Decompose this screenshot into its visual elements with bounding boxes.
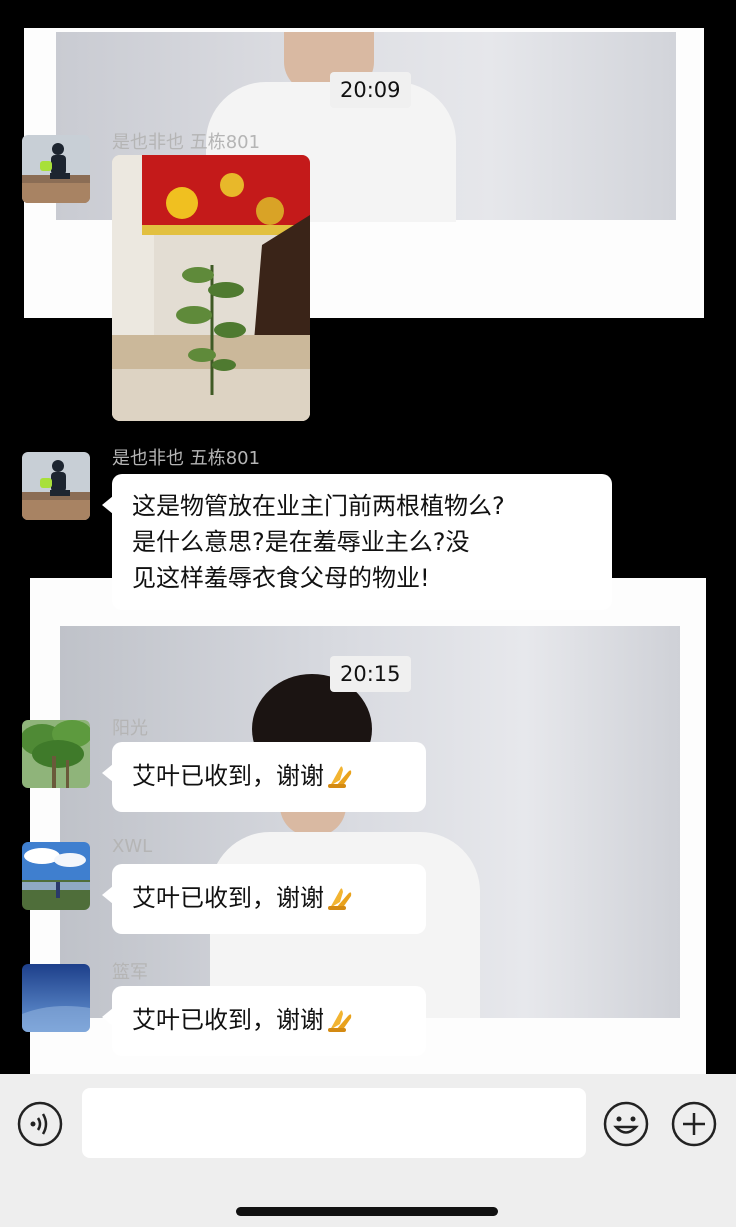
input-bar [0,1074,736,1227]
message-line: 见这样羞辱衣食父母的物业! [132,564,430,592]
avatar[interactable] [22,452,90,520]
praying-hands-icon [326,1006,356,1032]
sender-name: XWL [112,836,153,857]
message-bubble[interactable]: 艾叶已收到，谢谢 [102,742,426,812]
timestamp: 20:15 [330,656,411,692]
sender-name: 篮军 [112,962,148,983]
message-bubble[interactable]: 艾叶已收到，谢谢 [102,864,426,934]
praying-hands-icon [326,884,356,910]
sender-name: 阳光 [112,718,148,739]
avatar[interactable] [22,720,90,788]
message-input[interactable] [82,1088,586,1158]
message-text: 艾叶已收到，谢谢 [132,1006,324,1034]
plus-icon[interactable] [670,1100,718,1148]
message-line: 是什么意思?是在羞辱业主么?没 [132,528,470,556]
sender-name: 是也非也 五栋801 [112,448,261,469]
sender-name: 是也非也 五栋801 [112,132,261,153]
message-text: 艾叶已收到，谢谢 [132,762,324,790]
voice-icon[interactable] [16,1100,64,1148]
timestamp: 20:09 [330,72,411,108]
message-bubble[interactable]: 这是物管放在业主门前两根植物么? 是什么意思?是在羞辱业主么?没 见这样羞辱衣食… [102,474,612,610]
message-bubble[interactable]: 艾叶已收到，谢谢 [102,986,426,1056]
emoji-icon[interactable] [602,1100,650,1148]
avatar[interactable] [22,135,90,203]
home-indicator[interactable] [236,1207,498,1216]
avatar[interactable] [22,842,90,910]
message-text: 艾叶已收到，谢谢 [132,884,324,912]
avatar[interactable] [22,964,90,1032]
praying-hands-icon [326,762,356,788]
image-message[interactable] [112,155,310,421]
message-line: 这是物管放在业主门前两根植物么? [132,492,505,520]
